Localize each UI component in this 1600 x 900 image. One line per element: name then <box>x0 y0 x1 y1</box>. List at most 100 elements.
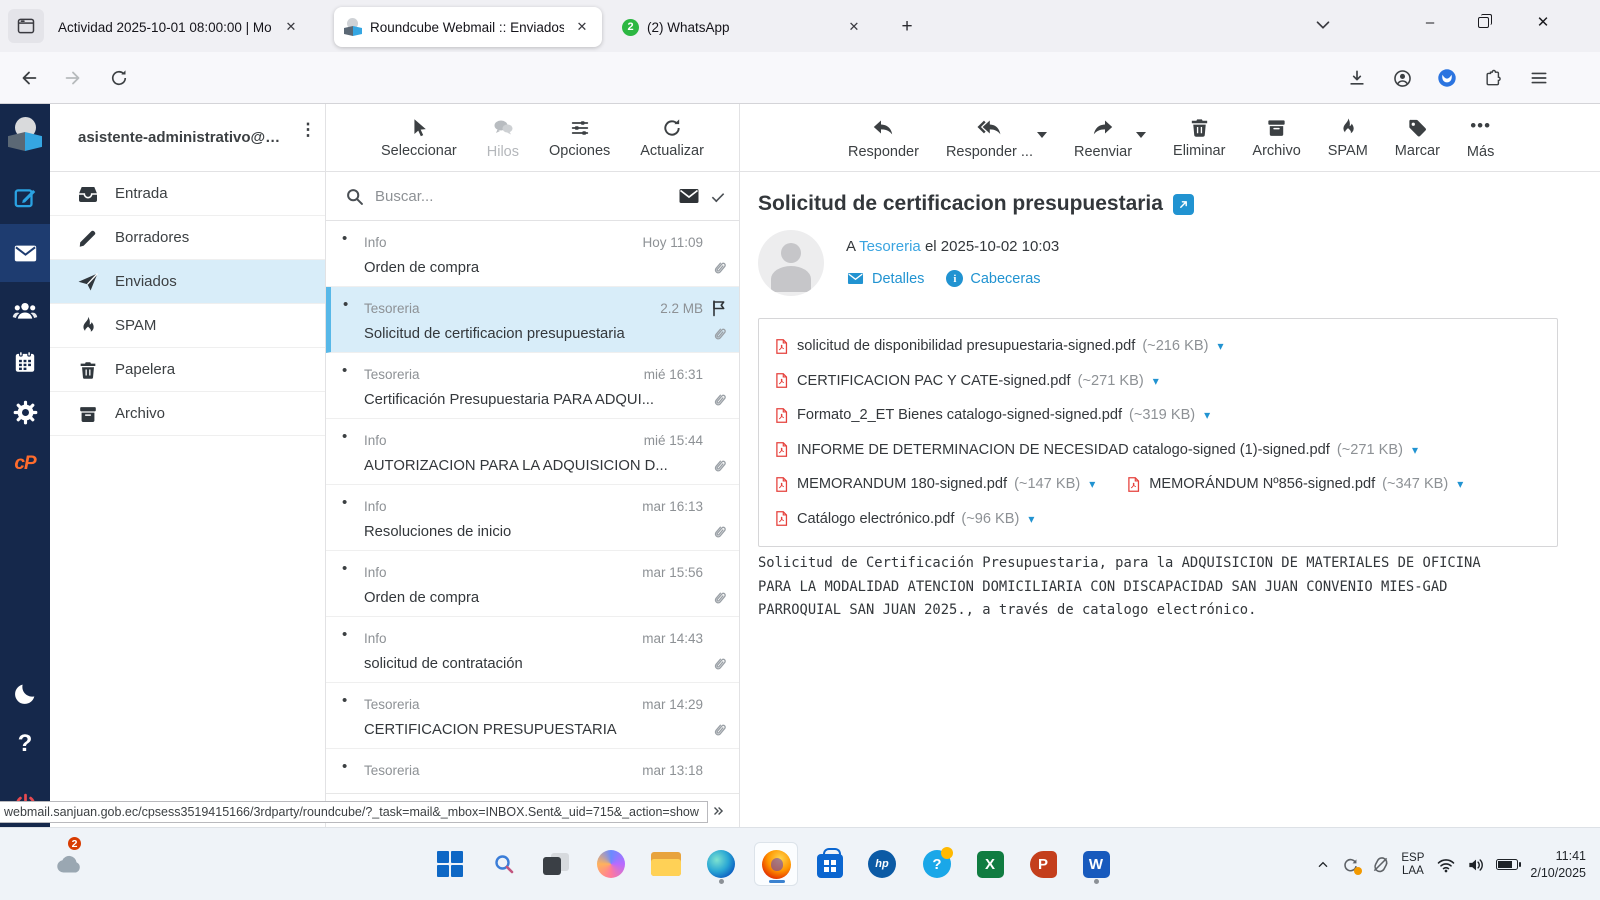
language-indicator[interactable]: ESP LAA <box>1401 852 1424 878</box>
edge-button[interactable] <box>699 842 743 886</box>
folder-papelera[interactable]: Papelera <box>50 348 325 392</box>
browser-tab-roundcube[interactable]: Roundcube Webmail :: Enviados ✕ <box>334 7 602 47</box>
message-list-row[interactable]: • Tesoreria mar 13:18 <box>326 749 739 793</box>
reply-button[interactable]: Responder <box>848 116 919 160</box>
message-list-row[interactable]: • Info Hoy 11:09 Orden de compra <box>326 221 739 287</box>
copilot-button[interactable] <box>589 842 633 886</box>
window-restore-button[interactable] <box>1460 0 1506 44</box>
mark-button[interactable]: Marcar <box>1395 116 1440 159</box>
extensions-button[interactable] <box>1478 63 1508 93</box>
folder-options-kebab-icon[interactable]: ⋮ <box>299 121 317 138</box>
open-in-new-window-icon[interactable] <box>1172 193 1194 215</box>
folder-spam[interactable]: SPAM <box>50 304 325 348</box>
fox-addon-button[interactable] <box>1432 63 1462 93</box>
spam-button[interactable]: SPAM <box>1328 116 1368 159</box>
forward-button[interactable] <box>58 63 88 93</box>
folder-enviados[interactable]: Enviados <box>50 260 325 304</box>
attachment-menu-caret-icon[interactable]: ▾ <box>1412 443 1418 457</box>
browser-tab-whatsapp[interactable]: 2 (2) WhatsApp ✕ <box>612 7 874 47</box>
search-scope-mail-icon[interactable] <box>677 184 701 208</box>
attachment[interactable]: INFORME DE DETERMINACION DE NECESIDAD ca… <box>773 441 1418 458</box>
attachment[interactable]: MEMORÁNDUM Nº856-signed.pdf (~347 KB) ▾ <box>1125 476 1463 493</box>
select-button[interactable]: Seleccionar <box>381 117 457 159</box>
message-list-row[interactable]: • Info mar 14:43 solicitud de contrataci… <box>326 617 739 683</box>
folder-entrada[interactable]: Entrada <box>50 172 325 216</box>
back-button[interactable] <box>14 63 44 93</box>
taskbar-search-button[interactable] <box>482 842 526 886</box>
recipient-link[interactable]: Tesoreria <box>859 238 921 255</box>
forward-button[interactable]: Reenviar <box>1074 116 1147 160</box>
downloads-button[interactable] <box>1342 63 1372 93</box>
task-view-button[interactable] <box>534 842 578 886</box>
details-toggle[interactable]: Detalles <box>846 269 924 288</box>
menu-button[interactable] <box>1524 63 1554 93</box>
dark-mode-button[interactable] <box>0 672 50 716</box>
message-list-row[interactable]: • Tesoreria mié 16:31 Certificación Pres… <box>326 353 739 419</box>
onedrive-tray-icon[interactable]: 2 <box>48 835 92 886</box>
attachment[interactable]: solicitud de disponibilidad presupuestar… <box>773 338 1223 355</box>
close-icon[interactable]: ✕ <box>281 19 301 35</box>
attachment-menu-caret-icon[interactable]: ▾ <box>1028 512 1034 526</box>
attachment[interactable]: Catálogo electrónico.pdf (~96 KB) ▾ <box>773 510 1034 527</box>
word-button[interactable]: W <box>1074 842 1118 886</box>
start-button[interactable] <box>428 842 472 886</box>
firefox-view-button[interactable] <box>8 9 44 43</box>
message-list-row[interactable]: • Tesoreria mar 14:29 CERTIFICACION PRES… <box>326 683 739 749</box>
archive-button[interactable]: Archivo <box>1252 116 1301 159</box>
wifi-tray-button[interactable] <box>1436 855 1456 875</box>
threads-button[interactable]: Hilos <box>487 116 519 160</box>
help-button[interactable]: ? <box>0 722 50 766</box>
cpanel-button[interactable]: cP <box>0 442 50 486</box>
input-device-tray-button[interactable] <box>1370 854 1391 875</box>
delete-button[interactable]: Eliminar <box>1173 116 1225 159</box>
headers-toggle[interactable]: i Cabeceras <box>946 270 1041 287</box>
attachment-menu-caret-icon[interactable]: ▾ <box>1153 374 1159 388</box>
hp-button[interactable]: hp <box>860 842 904 886</box>
attachment[interactable]: MEMORANDUM 180-signed.pdf (~147 KB) ▾ <box>773 476 1095 493</box>
excel-button[interactable]: X <box>968 842 1012 886</box>
firefox-button[interactable] <box>754 842 798 886</box>
message-list-row[interactable]: • Info mié 15:44 AUTORIZACION PARA LA AD… <box>326 419 739 485</box>
message-list-row[interactable]: • Tesoreria 2.2 MB Solicitud de certific… <box>326 287 739 353</box>
attachment[interactable]: CERTIFICACION PAC Y CATE-signed.pdf (~27… <box>773 372 1159 389</box>
options-button[interactable]: Opciones <box>549 117 610 159</box>
search-options-chevron-icon[interactable] <box>711 189 725 203</box>
close-icon[interactable]: ✕ <box>844 19 864 35</box>
reload-button[interactable] <box>104 63 134 93</box>
sync-tray-button[interactable] <box>1341 855 1363 875</box>
folder-borradores[interactable]: Borradores <box>50 216 325 260</box>
reply-options-caret-icon[interactable] <box>1037 131 1047 138</box>
search-input[interactable] <box>375 187 677 205</box>
contacts-nav-button[interactable] <box>0 289 50 333</box>
roundcube-logo[interactable] <box>0 112 50 156</box>
account-button[interactable] <box>1387 63 1417 93</box>
refresh-button[interactable]: Actualizar <box>640 117 704 159</box>
browser-tab-activity[interactable]: Actividad 2025-10-01 08:00:00 | Mo ✕ <box>48 7 323 47</box>
file-explorer-button[interactable] <box>644 842 688 886</box>
window-minimize-button[interactable]: – <box>1407 0 1453 44</box>
new-tab-button[interactable]: + <box>892 12 922 42</box>
attachment[interactable]: Formato_2_ET Bienes catalogo-signed-sign… <box>773 407 1210 424</box>
message-list-row[interactable]: • Info mar 15:56 Orden de compra <box>326 551 739 617</box>
list-all-tabs-button[interactable] <box>1312 14 1334 41</box>
powerpoint-button[interactable]: P <box>1021 842 1065 886</box>
close-icon[interactable]: ✕ <box>572 19 592 35</box>
tray-expand-button[interactable] <box>1315 857 1331 873</box>
attachment-menu-caret-icon[interactable]: ▾ <box>1217 339 1223 353</box>
reply-all-button[interactable]: Responder ... <box>946 116 1047 160</box>
compose-button[interactable] <box>0 176 50 220</box>
volume-tray-button[interactable] <box>1466 855 1486 875</box>
forward-options-caret-icon[interactable] <box>1136 131 1147 138</box>
more-button[interactable]: ••• Más <box>1467 116 1494 160</box>
message-list-row[interactable]: • Info mar 16:13 Resoluciones de inicio <box>326 485 739 551</box>
window-close-button[interactable]: ✕ <box>1520 0 1566 44</box>
microsoft-store-button[interactable] <box>808 842 852 886</box>
calendar-nav-button[interactable] <box>0 340 50 384</box>
attachment-menu-caret-icon[interactable]: ▾ <box>1204 408 1210 422</box>
attachment-menu-caret-icon[interactable]: ▾ <box>1457 477 1463 491</box>
taskbar-clock[interactable]: 11:41 2/10/2025 <box>1530 848 1586 882</box>
flag-icon[interactable] <box>703 298 729 318</box>
settings-nav-button[interactable] <box>0 390 50 434</box>
battery-tray-button[interactable] <box>1496 859 1522 870</box>
folder-archivo[interactable]: Archivo <box>50 392 325 436</box>
